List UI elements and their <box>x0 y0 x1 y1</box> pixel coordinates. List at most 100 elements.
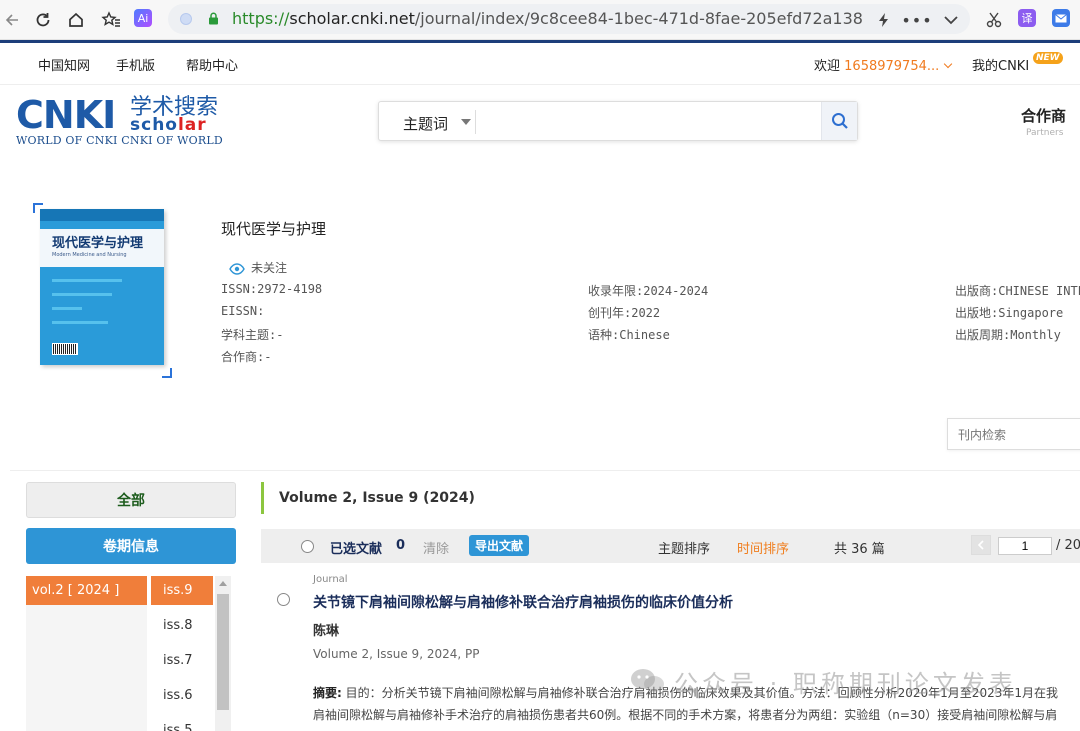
my-cnki-link[interactable]: 我的CNKI <box>972 55 1029 74</box>
volume-item[interactable]: vol.2 [ 2024 ] <box>26 576 147 605</box>
lock-icon[interactable] <box>208 12 219 25</box>
ai-extension-icon[interactable]: Ai <box>134 9 152 27</box>
issue-item[interactable]: iss.9 <box>151 576 213 605</box>
logo-scholar-part1: scho <box>130 115 178 135</box>
selected-label[interactable]: 已选文献 <box>330 538 382 557</box>
ai-extension-label: Ai <box>137 11 149 25</box>
search-input[interactable] <box>483 108 813 136</box>
logo-scholar-part2: lar <box>177 115 207 135</box>
search-icon <box>831 113 848 129</box>
article-abstract-line: 肩袖间隙松解与肩袖修补手术治疗的肩袖损伤患者共60例。根据不同的手术方案，将患者… <box>313 706 1080 723</box>
cover-top-band <box>40 209 164 221</box>
reload-icon[interactable] <box>31 8 55 32</box>
issue-item[interactable]: iss.6 <box>151 681 213 710</box>
select-all-radio[interactable] <box>301 540 314 553</box>
partner-link[interactable]: 合作商 <box>1021 105 1066 126</box>
selected-count: 0 <box>396 538 406 553</box>
export-button[interactable]: 导出文献 <box>469 535 529 556</box>
cover-decor-line <box>52 321 108 324</box>
logo-scholar: scholar <box>130 116 207 134</box>
inner-search-input[interactable] <box>958 425 1078 445</box>
url-scheme: https:// <box>232 9 290 28</box>
sort-by-time[interactable]: 时间排序 <box>737 538 789 557</box>
journal-cover-image: 现代医学与护理 Modern Medicine and Nursing <box>40 209 164 365</box>
scroll-up-icon[interactable] <box>219 581 227 586</box>
translate-extension-label: 译 <box>1021 12 1033 25</box>
journal-years: 收录年限:2024-2024 <box>588 284 709 298</box>
journal-subject: 学科主题:- <box>221 328 284 342</box>
issue-item[interactable]: iss.7 <box>151 646 213 675</box>
top-nav: 中国知网 手机版 帮助中心 欢迎 1658979754... 我的CNKI <box>0 43 1080 85</box>
eye-icon <box>229 262 245 275</box>
partner-sublabel: Partners <box>1026 128 1064 138</box>
cover-barcode <box>52 343 78 355</box>
issue-info-button[interactable]: 卷期信息 <box>26 528 236 564</box>
url-host: scholar.cnki.net <box>289 9 415 28</box>
issue-item[interactable]: iss.8 <box>151 611 213 640</box>
scissors-icon[interactable] <box>982 8 1006 32</box>
user-menu[interactable]: 欢迎 1658979754... <box>814 55 953 74</box>
site-globe-icon <box>180 13 192 25</box>
page-input[interactable] <box>998 537 1052 555</box>
cover-decor-line <box>52 307 82 310</box>
article-select-radio[interactable] <box>277 593 290 606</box>
prev-page-button[interactable] <box>971 535 991 555</box>
sort-by-topic[interactable]: 主题排序 <box>658 538 710 557</box>
nav-cnki-link[interactable]: 中国知网 <box>38 55 90 74</box>
page-total: / 20 <box>1056 538 1080 553</box>
watermark: 公众号 · 职称期刊论文发表 <box>674 670 1017 698</box>
logo-tagline: WORLD OF CNKI CNKI OF WORLD <box>16 134 223 147</box>
user-name[interactable]: 1658979754... <box>844 59 939 74</box>
lightning-icon[interactable] <box>872 8 896 32</box>
journal-founded: 创刊年:2022 <box>588 306 661 320</box>
scrollbar-thumb[interactable] <box>217 594 229 710</box>
volume-title-accent <box>261 482 264 514</box>
journal-publisher: 出版商:CHINESE INTER <box>955 284 1080 298</box>
favorites-icon[interactable] <box>99 8 123 32</box>
search-button[interactable] <box>821 102 857 140</box>
search-category-select[interactable]: 主题词 <box>403 113 448 134</box>
chevron-left-icon <box>977 540 984 550</box>
chevron-down-icon[interactable] <box>939 8 963 32</box>
wechat-icon <box>631 669 664 692</box>
cover-frame-corner <box>162 368 172 378</box>
cnki-scholar-logo[interactable]: CNKI 学术搜索 scholar WORLD OF CNKI CNKI OF … <box>16 96 226 152</box>
follow-toggle[interactable]: 未关注 <box>229 259 287 276</box>
more-icon[interactable]: ••• <box>901 8 931 32</box>
home-icon[interactable] <box>64 8 88 32</box>
url-path: /journal/index/9c8cee84-1bec-471d-8fae-2… <box>414 9 863 28</box>
cover-subtitle: Modern Medicine and Nursing <box>52 252 127 258</box>
abstract-text: 肩袖间隙松解与肩袖修补手术治疗的肩袖损伤患者共60例。根据不同的手术方案，将患者… <box>313 708 1058 722</box>
all-button[interactable]: 全部 <box>26 482 236 518</box>
nav-mobile-link[interactable]: 手机版 <box>116 55 155 74</box>
browser-chrome: Ai https://scholar.cnki.net/journal/inde… <box>0 0 1080 40</box>
translate-extension-icon[interactable]: 译 <box>1018 9 1036 27</box>
journal-place: 出版地:Singapore <box>955 306 1064 320</box>
follow-label: 未关注 <box>251 261 288 275</box>
article-source: Volume 2, Issue 9, 2024, PP <box>313 647 480 661</box>
clear-button[interactable]: 清除 <box>423 538 449 557</box>
chevron-down-icon[interactable] <box>944 59 953 69</box>
journal-partner: 合作商:- <box>221 350 272 364</box>
nav-help-link[interactable]: 帮助中心 <box>186 55 238 74</box>
volume-title: Volume 2, Issue 9 (2024) <box>279 490 475 506</box>
url-text[interactable]: https://scholar.cnki.net/journal/index/9… <box>232 9 863 28</box>
journal-language: 语种:Chinese <box>588 328 670 342</box>
total-count: 共 36 篇 <box>834 542 885 557</box>
new-badge: NEW <box>1033 52 1063 64</box>
caret-down-icon[interactable] <box>461 119 471 125</box>
article-author[interactable]: 陈琳 <box>313 620 339 639</box>
journal-inner-search <box>947 418 1080 450</box>
search-divider <box>475 110 476 134</box>
article-type: Journal <box>313 574 348 585</box>
issue-item[interactable]: iss.5 <box>151 716 213 731</box>
back-icon[interactable] <box>0 8 24 32</box>
address-bar[interactable]: https://scholar.cnki.net/journal/index/9… <box>168 4 970 34</box>
cover-decor-line <box>52 279 122 282</box>
section-divider <box>10 470 1080 471</box>
article-title[interactable]: 关节镜下肩袖间隙松解与肩袖修补联合治疗肩袖损伤的临床价值分析 <box>313 592 733 612</box>
welcome-text: 欢迎 <box>814 59 841 74</box>
abstract-label: 摘要: <box>313 686 342 700</box>
mail-extension-icon[interactable] <box>1052 9 1070 27</box>
cover-decor-line <box>52 293 112 296</box>
